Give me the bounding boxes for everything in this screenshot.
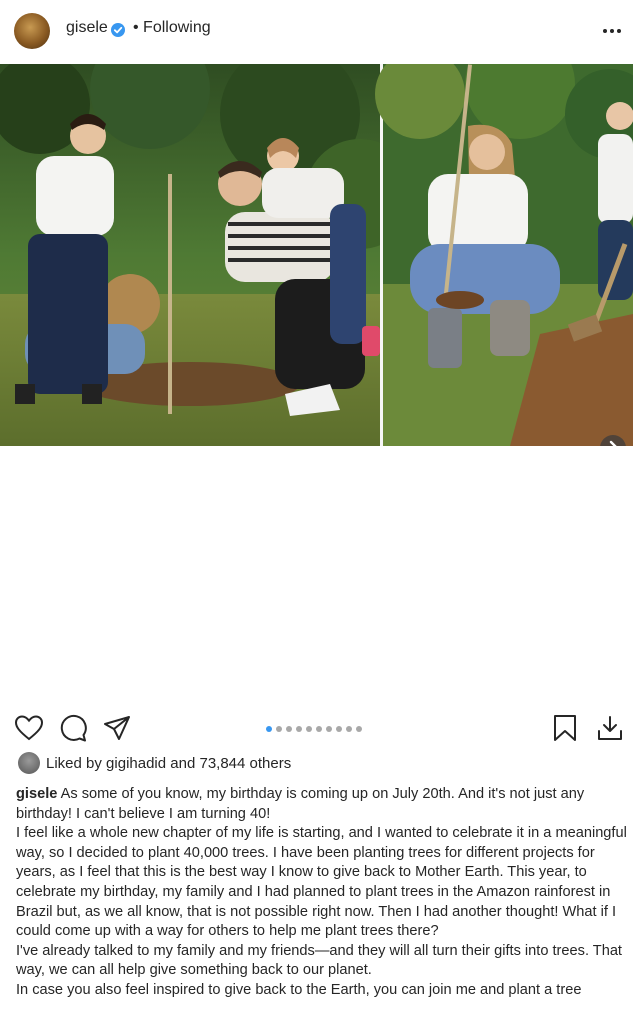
carousel-dot [326, 726, 332, 732]
caption-first-paragraph: gisele As some of you know, my birthday … [16, 785, 628, 824]
more-options-icon[interactable] [600, 21, 624, 41]
likes-middle: and [166, 755, 200, 772]
caption-username-link[interactable]: gisele [16, 786, 57, 802]
post-photo[interactable] [0, 64, 633, 446]
likes-text: Liked by gigihadid and 73,844 others [46, 755, 291, 772]
caption-paragraph: I feel like a whole new chapter of my li… [16, 825, 627, 940]
likes-prefix: Liked by [46, 755, 107, 772]
liker-username-link[interactable]: gigihadid [106, 755, 166, 772]
carousel-next-button[interactable] [600, 435, 626, 446]
post-caption: gisele As some of you know, my birthday … [16, 785, 628, 1001]
carousel-dot [286, 726, 292, 732]
bookmark-icon[interactable] [552, 714, 578, 742]
caption-text: As some of you know, my birthday is comi… [16, 786, 585, 822]
caption-paragraph: I've already talked to my family and my … [16, 942, 622, 979]
verified-badge-icon [111, 23, 125, 37]
carousel-dot [306, 726, 312, 732]
heart-icon[interactable] [14, 714, 44, 742]
caption-paragraph: In case you also feel inspired to give b… [16, 981, 582, 998]
chevron-right-icon [609, 440, 617, 446]
carousel-dot [356, 726, 362, 732]
share-icon[interactable] [102, 714, 132, 742]
liker-avatar[interactable] [18, 752, 40, 774]
carousel-dot [276, 726, 282, 732]
photo-illustration [0, 64, 633, 446]
likes-count-link[interactable]: 73,844 others [199, 755, 291, 772]
carousel-dot [316, 726, 322, 732]
action-bar [0, 706, 633, 750]
profile-avatar[interactable] [14, 13, 50, 49]
comment-icon[interactable] [58, 714, 88, 742]
carousel-dot [336, 726, 342, 732]
carousel-dot [296, 726, 302, 732]
download-icon[interactable] [596, 714, 624, 742]
following-button[interactable]: • Following [133, 19, 211, 37]
username-link[interactable]: gisele [66, 19, 108, 37]
carousel-dot [266, 726, 272, 732]
carousel-dot [346, 726, 352, 732]
post-header: gisele • Following [0, 0, 633, 62]
